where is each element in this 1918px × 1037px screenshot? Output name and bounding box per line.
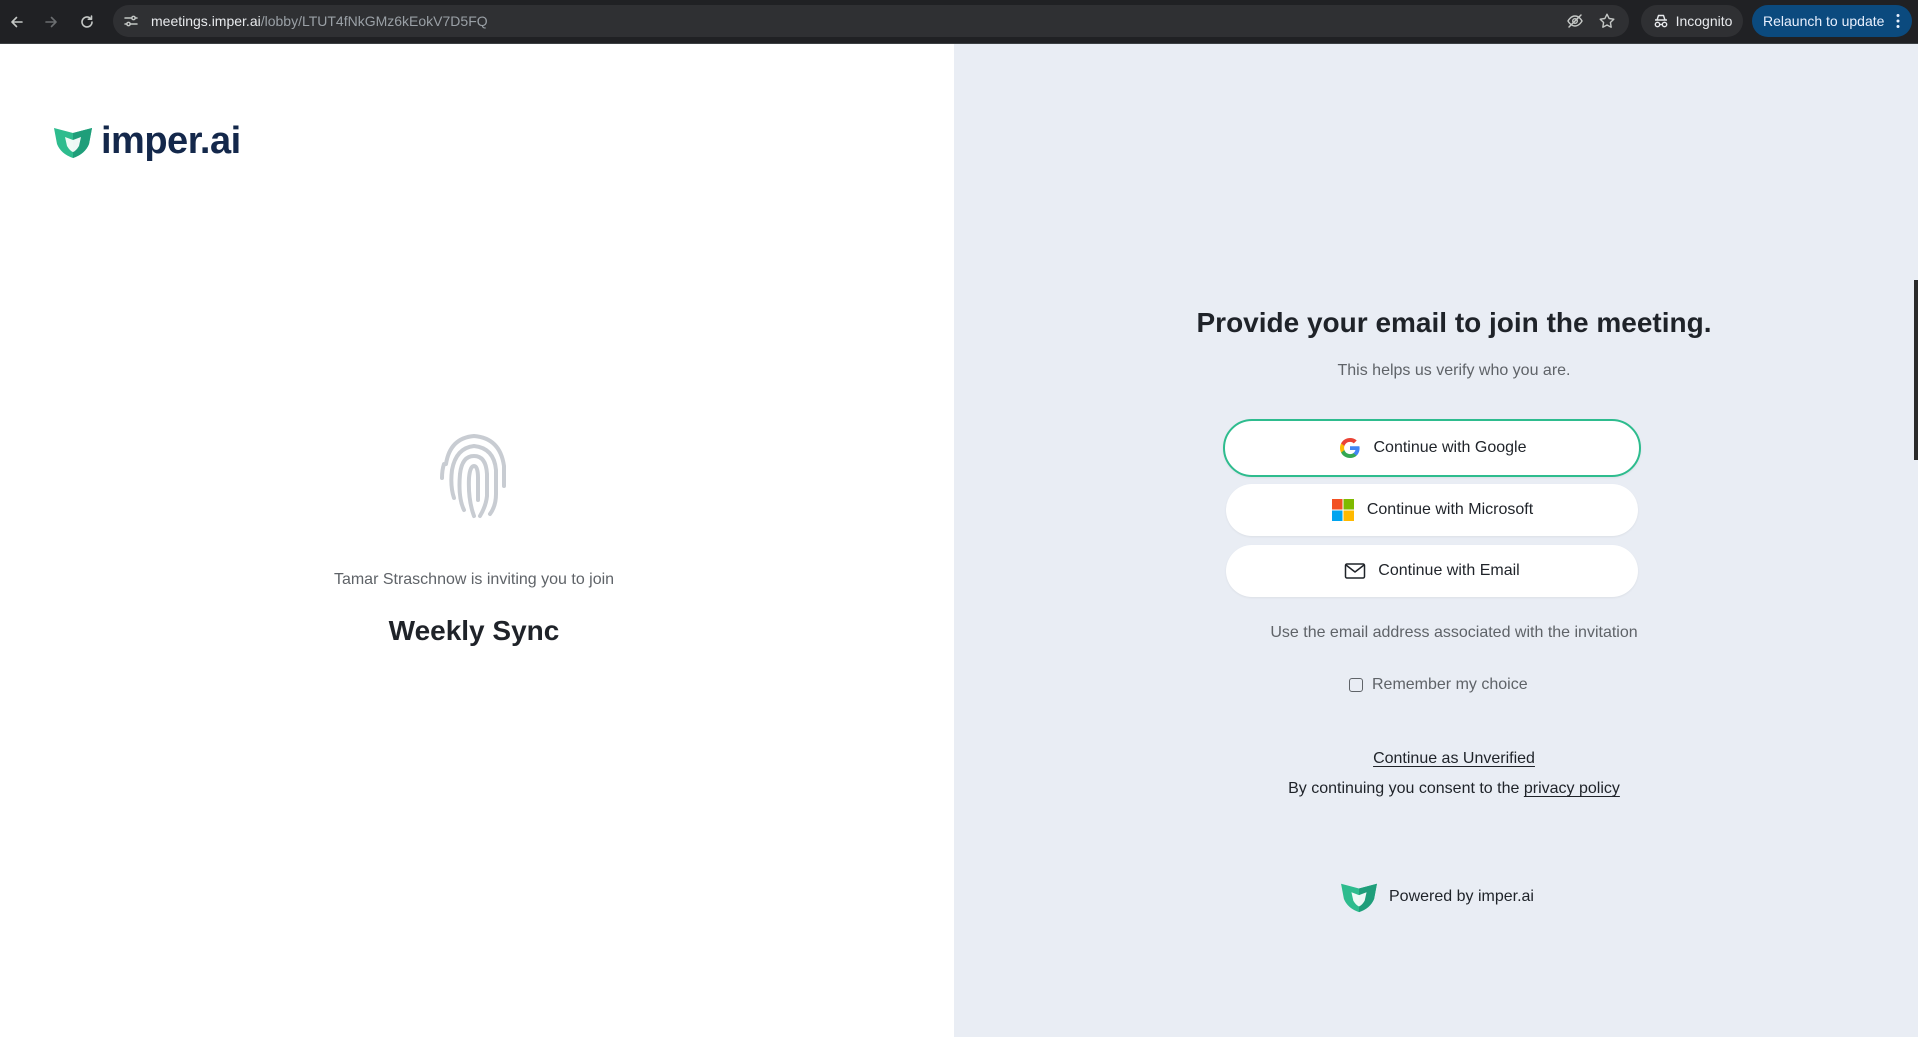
url-host: meetings.imper.ai	[151, 13, 261, 29]
relaunch-button[interactable]: Relaunch to update	[1752, 5, 1912, 37]
continue-with-microsoft-label: Continue with Microsoft	[1366, 501, 1534, 518]
reload-button[interactable]	[74, 9, 100, 35]
envelope-icon	[1345, 563, 1366, 579]
relaunch-label: Relaunch to update	[1763, 13, 1885, 29]
fingerprint-icon	[440, 433, 506, 518]
forward-button[interactable]	[38, 9, 64, 35]
google-g-icon	[1339, 438, 1360, 458]
url-path: /lobby/LTUT4fNkGMz6kEokV7D5FQ	[260, 13, 488, 29]
logo-text: imper.ai	[101, 120, 241, 162]
auth-panel: Provide your email to join the meeting. …	[954, 44, 1918, 1037]
email-hint: Use the email address associated with th…	[1270, 624, 1638, 641]
consent-prefix: By continuing you consent to the	[1288, 780, 1520, 797]
continue-with-email-button[interactable]: Continue with Email	[1226, 545, 1638, 597]
imper-shield-icon	[1341, 883, 1377, 913]
kebab-menu-icon[interactable]	[1896, 13, 1900, 29]
star-icon[interactable]	[1598, 12, 1616, 30]
incognito-icon	[1654, 14, 1667, 28]
continue-with-microsoft-button[interactable]: Continue with Microsoft	[1226, 484, 1638, 536]
arrow-right-icon	[45, 16, 57, 28]
reload-icon	[81, 15, 93, 28]
continue-with-email-label: Continue with Email	[1378, 562, 1520, 579]
incognito-label: Incognito	[1675, 13, 1733, 29]
eye-off-icon[interactable]	[1566, 12, 1584, 30]
remember-checkbox[interactable]	[1349, 678, 1363, 692]
continue-with-google-label: Continue with Google	[1373, 439, 1527, 456]
scrollbar[interactable]	[1914, 280, 1918, 460]
privacy-policy-link[interactable]: privacy policy	[1524, 780, 1620, 797]
powered-by: Powered by imper.ai	[1337, 880, 1534, 914]
remember-label: Remember my choice	[1372, 676, 1528, 693]
tune-icon[interactable]	[123, 13, 139, 29]
url-text[interactable]: meetings.imper.ai/lobby/LTUT4fNkGMz6kEok…	[151, 5, 488, 37]
powered-by-label: Powered by imper.ai	[1389, 888, 1534, 905]
meeting-info-panel: imper.ai Tamar Straschnow is inviting yo…	[0, 44, 954, 1037]
microsoft-logo-icon	[1331, 499, 1354, 521]
arrow-left-icon	[11, 16, 23, 28]
continue-as-unverified-link[interactable]: Continue as Unverified	[1373, 750, 1535, 767]
auth-subheading: This helps us verify who you are.	[1337, 362, 1571, 379]
auth-heading: Provide your email to join the meeting.	[1196, 307, 1712, 338]
browser-toolbar: meetings.imper.ai/lobby/LTUT4fNkGMz6kEok…	[0, 0, 1918, 44]
continue-with-google-button[interactable]: Continue with Google	[1223, 419, 1641, 477]
imper-shield-icon	[54, 127, 92, 158]
incognito-badge[interactable]: Incognito	[1641, 5, 1743, 37]
brand-logo: imper.ai	[51, 120, 241, 163]
back-button[interactable]	[4, 9, 30, 35]
continue-unverified-row: Continue as Unverified	[954, 750, 1918, 768]
invite-text: Tamar Straschnow is inviting you to join	[333, 571, 615, 588]
meeting-title: Weekly Sync	[388, 615, 560, 646]
consent-text: By continuing you consent to the privacy…	[954, 780, 1918, 798]
address-bar[interactable]: meetings.imper.ai/lobby/LTUT4fNkGMz6kEok…	[113, 5, 1629, 37]
remember-choice[interactable]: Remember my choice	[1349, 676, 1528, 694]
